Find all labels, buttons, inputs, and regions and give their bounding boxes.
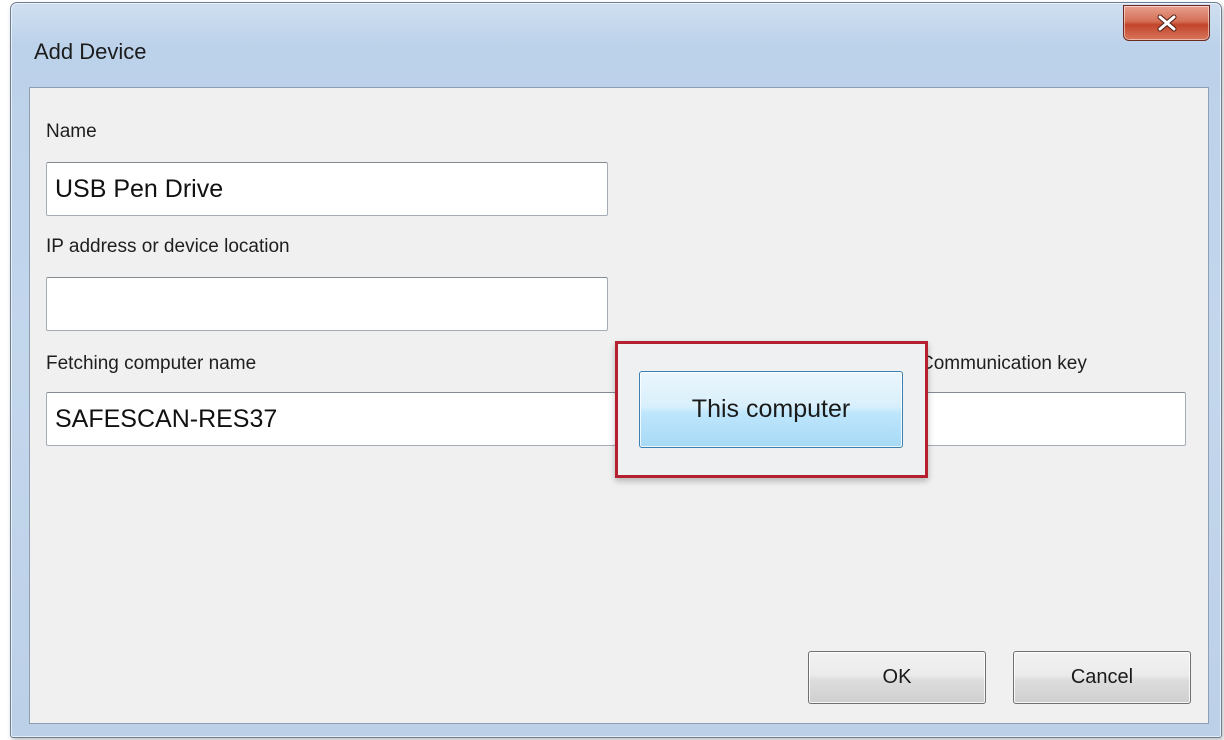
communication-key-label: Communication key (920, 353, 1087, 374)
dialog-client-area: Name IP address or device location Fetch… (29, 87, 1209, 724)
close-icon (1156, 14, 1178, 32)
name-label: Name (46, 121, 97, 142)
this-computer-button[interactable]: This computer (639, 371, 903, 448)
ok-button[interactable]: OK (808, 651, 986, 704)
name-field[interactable] (46, 162, 608, 216)
dialog-title: Add Device (34, 39, 147, 64)
add-device-dialog: Add Device Name IP address or device loc… (10, 2, 1222, 738)
ip-address-field[interactable] (46, 277, 608, 331)
title-bar[interactable]: Add Device (11, 3, 1221, 89)
this-computer-highlight: This computer (615, 341, 928, 478)
cancel-button[interactable]: Cancel (1013, 651, 1191, 704)
close-button[interactable] (1123, 5, 1210, 41)
computer-name-field[interactable] (46, 392, 616, 446)
communication-key-field[interactable] (910, 392, 1186, 446)
ip-address-label: IP address or device location (46, 236, 290, 257)
computer-name-label: Fetching computer name (46, 353, 257, 374)
